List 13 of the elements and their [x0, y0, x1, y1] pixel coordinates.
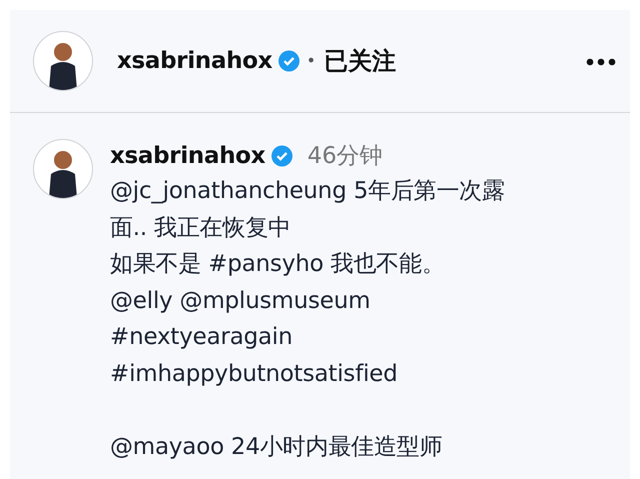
- separator-dot: •: [306, 50, 316, 72]
- caption-text: #nextyearagain: [110, 323, 294, 352]
- follow-status[interactable]: 已关注: [324, 43, 396, 79]
- username[interactable]: xsabrinahox: [110, 138, 266, 174]
- timestamp: 46分钟: [307, 142, 383, 171]
- caption-text: 如果不是 #pansyho 我也不能。: [110, 250, 446, 279]
- caption-text: @jc_jonathancheung 5年后第一次露: [110, 177, 505, 206]
- username[interactable]: xsabrinahox: [117, 44, 272, 78]
- caption-text: @mayaoo 24小时内最佳造型师: [110, 432, 444, 462]
- caption-text: #imhappybutnotsatisfied: [110, 360, 399, 388]
- more-options-icon[interactable]: [586, 58, 616, 66]
- caption-text: 面.. 我正在恢复中: [110, 214, 292, 242]
- caption-text: @elly @mplusmuseum: [110, 286, 372, 316]
